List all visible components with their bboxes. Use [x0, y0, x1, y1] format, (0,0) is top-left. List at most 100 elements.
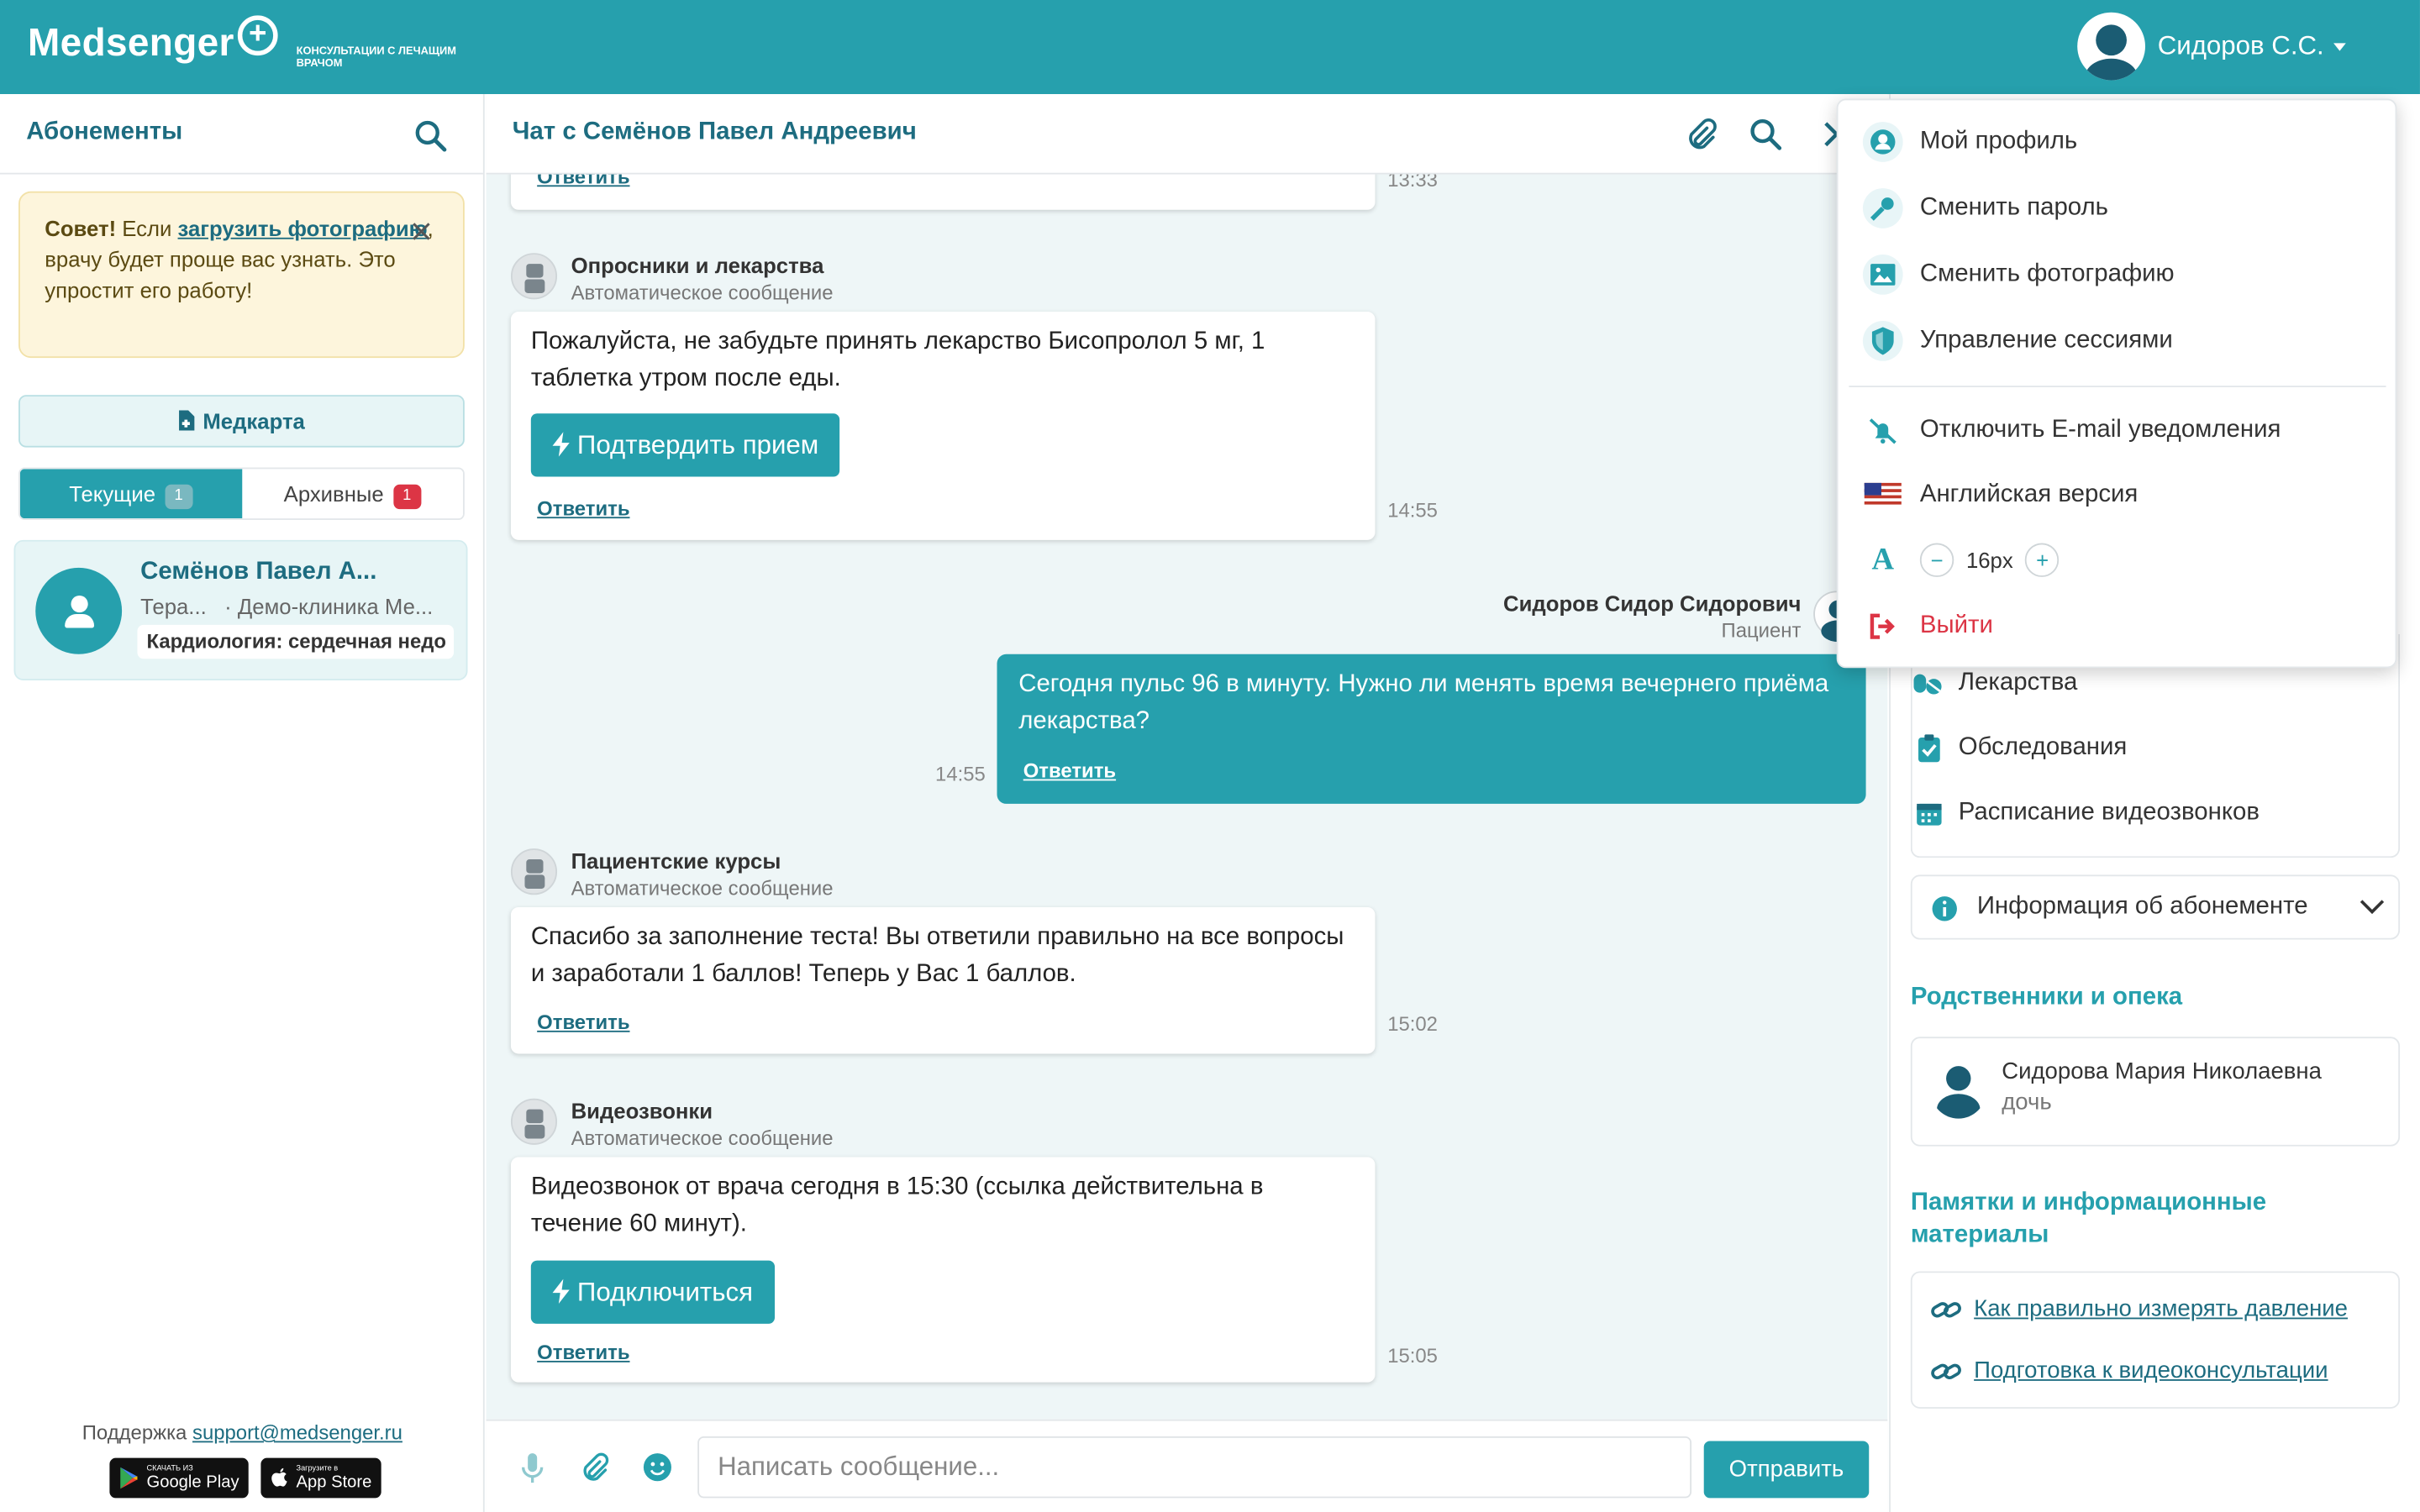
menu-item-change-photo[interactable]: Сменить фотографию	[1862, 251, 2175, 297]
action-label: Подключиться	[576, 1277, 754, 1307]
search-icon[interactable]	[413, 118, 447, 152]
menu-item-label: Выйти	[1919, 612, 1993, 639]
increase-font-button[interactable]: +	[2025, 543, 2060, 577]
confirm-intake-button[interactable]: Подтвердить прием	[530, 413, 840, 477]
sender-subtitle: Автоматическое сообщение	[571, 281, 834, 304]
reply-link[interactable]: Ответить	[1023, 759, 1116, 783]
sender-subtitle: Автоматическое сообщение	[571, 876, 834, 900]
message-text: Пожалуйста, не забудьте принять лекарств…	[530, 328, 1265, 392]
app-store-button[interactable]: Загрузите в App Store	[260, 1457, 381, 1499]
microphone-icon[interactable]	[520, 1452, 544, 1485]
bolt-icon	[552, 1278, 570, 1305]
message-time: 15:05	[1387, 1343, 1438, 1368]
tab-archive[interactable]: Архивные 1	[241, 469, 464, 519]
reply-link[interactable]: Ответить	[537, 1341, 629, 1364]
user-menu-toggle[interactable]: Сидоров С.С.	[2077, 12, 2346, 81]
connect-button[interactable]: Подключиться	[530, 1260, 775, 1324]
relative-role: дочь	[2002, 1089, 2052, 1116]
action-label: Подтвердить прием	[576, 430, 819, 460]
contact-specialty: Тера...	[140, 594, 207, 619]
sender-subtitle: Пациент	[1721, 618, 1802, 643]
google-play-icon	[120, 1467, 138, 1489]
material-link[interactable]: Как правильно измерять давление	[1974, 1296, 2348, 1322]
user-circle-icon	[1862, 122, 1903, 162]
font-icon: A	[1862, 539, 1903, 580]
sender-name: Видеозвонки	[571, 1098, 713, 1124]
chat-header: Чат с Семёнов Павел Андреевич	[486, 94, 1888, 175]
menu-item-english[interactable]: Английская версия	[1862, 472, 2139, 518]
emoji-icon[interactable]	[642, 1452, 673, 1483]
sender-subtitle: Автоматическое сообщение	[571, 1126, 834, 1150]
tip-pre: Если	[116, 216, 178, 241]
menu-item-label: Английская версия	[1919, 481, 2139, 508]
materials-title: Памятки и информационные материалы	[1910, 1189, 2267, 1248]
sender-name: Пациентские курсы	[571, 848, 781, 874]
message-text: Сегодня пульс 96 в минуту. Нужно ли меня…	[1018, 670, 1829, 735]
logo[interactable]: Medsenger + КОНСУЛЬТАЦИИ С ЛЕЧАЩИМ ВРАЧО…	[28, 15, 456, 70]
store-small-text: СКАЧАТЬ ИЗ	[146, 1464, 193, 1474]
sender-name: Опросники и лекарства	[571, 253, 824, 278]
chevron-down-icon	[2360, 900, 2385, 915]
item-label: Расписание видеозвонков	[1958, 799, 2260, 826]
subscriptions-title: Абонементы	[26, 118, 183, 145]
contact-meta: Тера... · Демо-клиника Ме...	[140, 594, 433, 618]
user-avatar	[1930, 1063, 1986, 1119]
subscription-info-toggle[interactable]: Информация об абонементе	[1910, 874, 2401, 940]
menu-item-profile[interactable]: Мой профиль	[1862, 118, 2078, 165]
upload-photo-link[interactable]: загрузить фотографию	[178, 216, 428, 240]
menu-item-disable-email[interactable]: Отключить E-mail уведомления	[1862, 407, 2281, 454]
message-input[interactable]: Написать сообщение...	[697, 1436, 1692, 1499]
close-icon[interactable]	[411, 221, 433, 243]
info-label: Информация об абонементе	[1976, 893, 2308, 920]
message-bubble: Пожалуйста, не забудьте принять лекарств…	[510, 312, 1376, 540]
count-badge: 1	[165, 484, 193, 510]
support-email-link[interactable]: support@medsenger.ru	[192, 1421, 402, 1445]
message-time: 14:55	[935, 762, 986, 785]
paperclip-icon[interactable]	[579, 1452, 610, 1483]
google-play-button[interactable]: СКАЧАТЬ ИЗ Google Play	[109, 1457, 249, 1499]
material-link[interactable]: Подготовка к видеоконсультации	[1974, 1357, 2328, 1383]
top-bar: Medsenger + КОНСУЛЬТАЦИИ С ЛЕЧАЩИМ ВРАЧО…	[0, 0, 2420, 95]
message-text: Спасибо за заполнение теста! Вы ответили…	[530, 924, 1344, 988]
medcard-label: Медкарта	[203, 408, 305, 434]
left-header: Абонементы	[0, 94, 483, 175]
tab-label: Архивные	[283, 481, 384, 507]
menu-item-logout[interactable]: Выйти	[1862, 603, 1993, 649]
medications-item[interactable]: Лекарства	[1913, 669, 2078, 697]
message-bubble: Спасибо за заполнение теста! Вы ответили…	[510, 906, 1376, 1054]
menu-item-label: Сменить фотографию	[1919, 260, 2175, 287]
search-icon[interactable]	[1749, 118, 1782, 151]
examinations-item[interactable]: Обследования	[1918, 734, 2127, 763]
chat-panel: Ответить 13:33 Опросники и лекарства Авт…	[486, 94, 1888, 1512]
tab-current[interactable]: Текущие 1	[19, 469, 242, 519]
message-input-bar: Написать сообщение... Отправить	[486, 1419, 1888, 1512]
medcard-button[interactable]: Медкарта	[18, 395, 465, 448]
app-store-badges: СКАЧАТЬ ИЗ Google Play Загрузите в App Sto…	[109, 1457, 381, 1499]
tip-banner: Совет! Если загрузить фотографию, врачу …	[18, 191, 465, 359]
logo-text: Medsenger	[28, 21, 234, 66]
send-button[interactable]: Отправить	[1703, 1441, 1870, 1499]
reply-link[interactable]: Ответить	[537, 496, 629, 520]
key-icon	[1862, 188, 1903, 228]
materials-card: Как правильно измерять давление Подготов…	[1910, 1271, 2401, 1409]
count-badge: 1	[392, 484, 421, 510]
store-small-text: Загрузите в	[296, 1464, 339, 1474]
relative-card[interactable]: Сидорова Мария Николаевна дочь	[1910, 1037, 2401, 1147]
menu-item-label: Мой профиль	[1919, 128, 2078, 155]
reply-link[interactable]: Ответить	[537, 1011, 629, 1034]
contact-item[interactable]: Семёнов Павел А... Тера... · Демо-клиник…	[13, 539, 468, 680]
sender-name: Сидоров Сидор Сидорович	[1503, 591, 1802, 616]
message-text: Видеозвонок от врача сегодня в 15:30 (сс…	[530, 1173, 1264, 1238]
menu-item-label: Отключить E-mail уведомления	[1919, 416, 2281, 444]
menu-item-change-password[interactable]: Сменить пароль	[1862, 185, 2108, 231]
menu-item-sessions[interactable]: Управление сессиями	[1862, 318, 2173, 364]
decrease-font-button[interactable]: −	[1919, 543, 1954, 577]
logo-plus-icon: +	[237, 15, 278, 56]
paperclip-icon[interactable]	[1684, 118, 1718, 151]
robot-icon	[510, 848, 558, 895]
link-icon	[1931, 1363, 1961, 1380]
item-label: Лекарства	[1958, 669, 2078, 696]
font-size-control: A − 16px +	[1862, 537, 2060, 583]
font-size-value: 16px	[1965, 548, 2013, 573]
video-schedule-item[interactable]: Расписание видеозвонков	[1917, 799, 2260, 827]
